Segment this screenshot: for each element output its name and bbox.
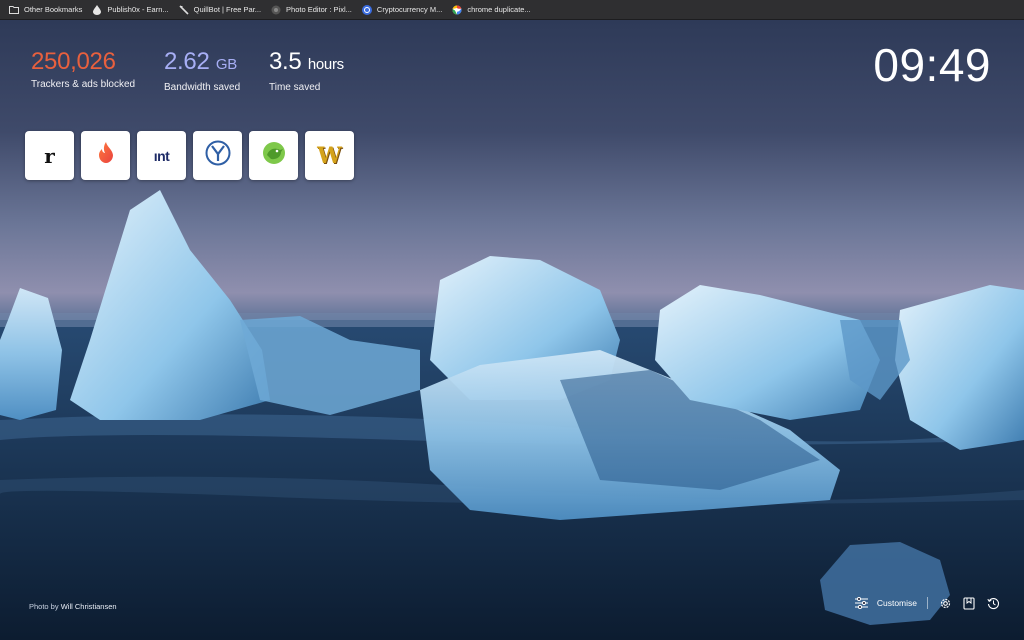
bookmarks-bar: Other Bookmarks Publish0x - Earn... Quil… xyxy=(0,0,1024,20)
folder-icon xyxy=(9,5,19,15)
bookmark-quillbot[interactable]: QuillBot | Free Par... xyxy=(176,0,268,20)
pixlr-icon xyxy=(271,5,281,15)
bookmark-label: Cryptocurrency M... xyxy=(376,5,443,14)
footer-toolbar: Customise xyxy=(855,596,1000,610)
tile-bird[interactable] xyxy=(249,131,298,180)
tile-tinder[interactable] xyxy=(81,131,130,180)
divider xyxy=(927,597,928,609)
google-icon xyxy=(452,4,462,15)
history-icon[interactable] xyxy=(986,596,1000,610)
photo-credit-author[interactable]: Will Christiansen xyxy=(61,602,117,611)
tile-int[interactable]: ınt xyxy=(137,131,186,180)
w-logo-icon: W xyxy=(317,142,342,169)
bandwidth-saved-stat: 2.62 GB Bandwidth saved xyxy=(164,48,240,93)
sliders-icon xyxy=(855,596,869,610)
clock: 09:49 xyxy=(873,39,991,91)
bird-logo-icon xyxy=(261,140,287,171)
bandwidth-saved-value: 2.62 xyxy=(164,48,210,75)
bookmark-cryptocurrency[interactable]: Cryptocurrency M... xyxy=(359,0,449,20)
time-saved-label: Time saved xyxy=(269,82,321,93)
trackers-blocked-label: Trackers & ads blocked xyxy=(31,79,136,90)
tile-y[interactable] xyxy=(193,131,242,180)
bookmark-other-bookmarks[interactable]: Other Bookmarks xyxy=(6,0,89,20)
bookmark-label: Publish0x - Earn... xyxy=(107,5,169,14)
bookmark-label: Photo Editor : Pixl... xyxy=(286,5,352,14)
bookmark-label: chrome duplicate... xyxy=(467,5,531,14)
bookmark-label: QuillBot | Free Par... xyxy=(193,5,262,14)
gear-icon[interactable] xyxy=(938,596,952,610)
bandwidth-saved-unit: GB xyxy=(215,56,237,73)
tile-r[interactable]: r xyxy=(25,131,74,180)
customise-label: Customise xyxy=(876,598,917,608)
bookmark-icon[interactable] xyxy=(962,596,976,610)
tile-w[interactable]: W xyxy=(305,131,354,180)
r-logo-icon: r xyxy=(44,143,55,168)
time-saved-value: 3.5 xyxy=(269,48,302,75)
int-logo-icon: ınt xyxy=(153,147,170,164)
bandwidth-saved-label: Bandwidth saved xyxy=(164,82,241,93)
photo-credit-prefix: Photo by xyxy=(29,602,59,611)
top-sites: r ınt W xyxy=(25,131,354,180)
drop-icon xyxy=(92,4,102,15)
bookmark-chrome-duplicate[interactable]: chrome duplicate... xyxy=(449,0,537,20)
flame-icon xyxy=(96,141,116,170)
trackers-blocked-stat: 250,026 Trackers & ads blocked xyxy=(31,48,135,90)
background-photo xyxy=(0,20,1024,640)
bookmark-pixlr[interactable]: Photo Editor : Pixl... xyxy=(268,0,359,20)
y-logo-icon xyxy=(205,140,231,171)
customise-button[interactable]: Customise xyxy=(855,596,917,610)
bookmark-publish0x[interactable]: Publish0x - Earn... xyxy=(89,0,175,20)
bookmark-label: Other Bookmarks xyxy=(24,5,83,14)
quill-icon xyxy=(179,4,189,15)
coin-icon xyxy=(361,4,372,15)
photo-credit: Photo by Will Christiansen xyxy=(29,602,117,611)
trackers-blocked-value: 250,026 xyxy=(31,48,116,75)
time-saved-stat: 3.5 hours Time saved xyxy=(269,48,344,93)
time-saved-unit: hours xyxy=(307,56,344,73)
